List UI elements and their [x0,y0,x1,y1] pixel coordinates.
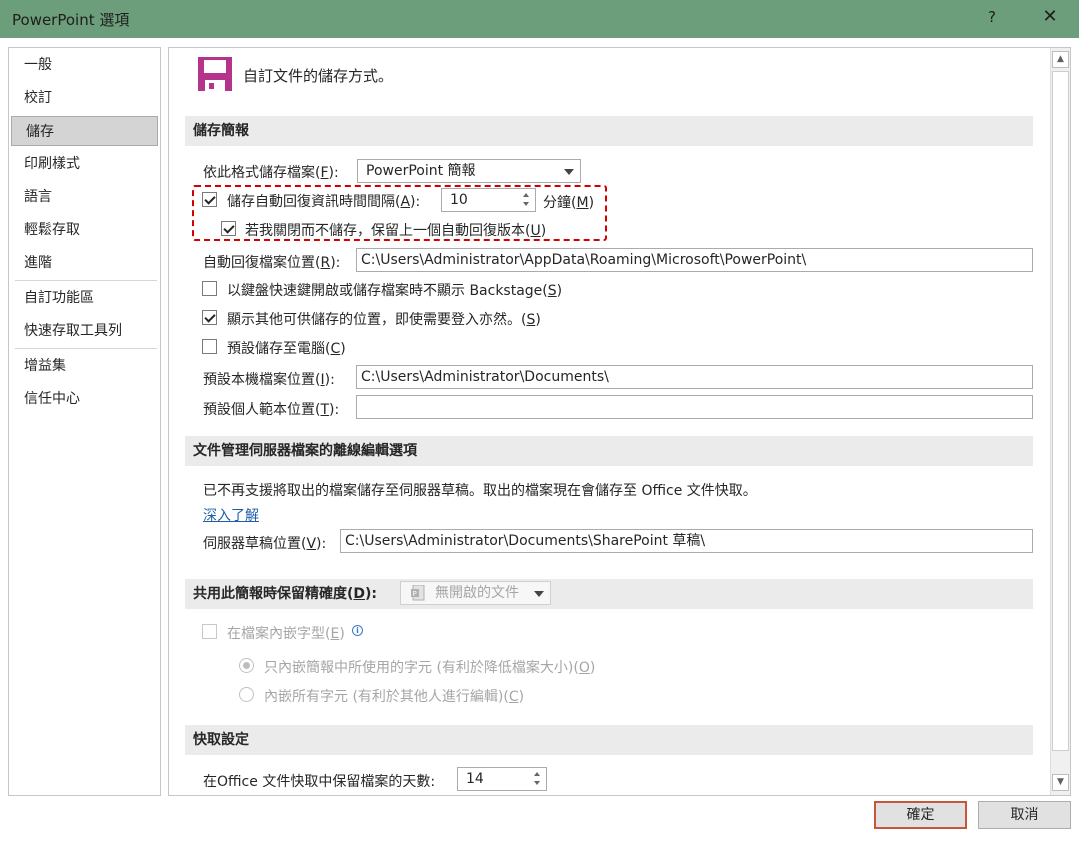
autorecover-label: 儲存自動回復資訊時間間隔(A): [227,194,421,210]
save-format-label: 依此格式儲存檔案(F): [203,165,339,181]
ok-button[interactable]: 確定 [874,801,967,829]
autorecover-minutes-value: 10 [450,192,468,208]
presentation-dropdown[interactable]: P 無開啟的文件 [400,581,551,605]
sidebar: 一般 校訂 儲存 印刷樣式 語言 輕鬆存取 進階 自訂功能區 快速存取工具列 增… [8,47,161,796]
section-heading-cache: 快取設定 [185,725,1033,755]
save-to-computer-label: 預設儲存至電腦(C) [227,341,346,357]
page-title: 自訂文件的儲存方式。 [243,67,394,85]
cache-days-value: 14 [466,771,484,787]
chevron-down-icon [534,591,544,597]
embed-fonts-checkbox[interactable] [202,624,217,639]
default-local-location-field[interactable]: C:\Users\Administrator\Documents\ [356,365,1033,389]
spin-down-icon[interactable] [534,781,540,785]
sidebar-item-proofing[interactable]: 校訂 [10,83,159,113]
sidebar-item-save[interactable]: 儲存 [11,116,158,146]
keep-last-version-checkbox[interactable] [221,221,236,236]
autorecover-minutes-spinner[interactable]: 10 [441,188,536,212]
keep-last-version-label: 若我關閉而不儲存，保留上一個自動回復版本(U) [245,223,547,239]
scrollbar-thumb[interactable] [1052,71,1069,751]
scroll-up-icon[interactable]: ▲ [1052,51,1069,68]
title-bar: PowerPoint 選項 ? ✕ [0,0,1079,38]
autorecover-checkbox[interactable] [202,192,217,207]
embed-all-chars-radio[interactable] [239,687,254,702]
sidebar-divider [15,280,157,281]
save-format-dropdown[interactable]: PowerPoint 簡報 [357,159,581,183]
spinner-arrows [521,189,533,211]
scroll-down-icon[interactable]: ▼ [1052,774,1069,791]
embed-fonts-label: 在檔案內嵌字型(E) [227,626,345,642]
content-panel [168,47,1071,796]
cancel-button[interactable]: 取消 [978,801,1071,829]
embed-used-chars-radio[interactable] [239,658,254,673]
info-icon[interactable]: i [352,625,363,636]
sidebar-item-accessibility[interactable]: 輕鬆存取 [10,215,159,245]
personal-templates-label: 預設個人範本位置(T): [203,402,340,418]
save-floppy-icon [198,57,232,91]
embed-used-chars-label: 只內嵌簡報中所使用的字元 (有利於降低檔案大小)(O) [264,660,596,676]
sidebar-item-customize-ribbon[interactable]: 自訂功能區 [10,283,159,313]
embed-all-chars-label: 內嵌所有字元 (有利於其他人進行編輯)(C) [264,689,525,705]
sidebar-item-typography[interactable]: 印刷樣式 [10,149,159,179]
sidebar-item-general[interactable]: 一般 [10,50,159,80]
spin-up-icon[interactable] [523,193,529,197]
spin-up-icon[interactable] [534,772,540,776]
section-heading-fidelity: 共用此簡報時保留精確度(D): [185,579,1033,609]
server-drafts-field[interactable]: C:\Users\Administrator\Documents\SharePo… [340,529,1033,553]
no-backstage-checkbox[interactable] [202,281,217,296]
sidebar-divider [15,348,157,349]
personal-templates-field[interactable] [356,395,1033,419]
presentation-file-icon: P [411,585,425,601]
sidebar-item-advanced[interactable]: 進階 [10,248,159,278]
sidebar-item-trust-center[interactable]: 信任中心 [10,384,159,414]
cache-days-spinner[interactable]: 14 [457,767,547,791]
server-drafts-label: 伺服器草稿位置(V): [203,536,327,552]
sidebar-item-add-ins[interactable]: 增益集 [10,351,159,381]
svg-text:P: P [413,590,417,598]
show-locations-checkbox[interactable] [202,310,217,325]
chevron-down-icon [564,169,574,175]
autorecover-location-field[interactable]: C:\Users\Administrator\AppData\Roaming\M… [356,248,1033,272]
autorecover-location-label: 自動回復檔案位置(R): [203,255,341,271]
close-button[interactable]: ✕ [1040,6,1060,27]
cache-days-label: 在Office 文件快取中保留檔案的天數: [203,774,436,790]
offline-notice: 已不再支援將取出的檔案儲存至伺服器草稿。取出的檔案現在會儲存至 Office 文… [203,483,757,499]
default-local-location-label: 預設本機檔案位置(I): [203,372,335,388]
sidebar-item-language[interactable]: 語言 [10,182,159,212]
window-title: PowerPoint 選項 [12,11,130,29]
no-backstage-label: 以鍵盤快速鍵開啟或儲存檔案時不顯示 Backstage(S) [227,283,563,299]
save-format-value: PowerPoint 簡報 [366,163,476,179]
minutes-label: 分鐘(M) [543,195,595,211]
section-heading-save: 儲存簡報 [185,116,1033,146]
vertical-scrollbar[interactable]: ▲ ▼ [1050,48,1070,795]
section-heading-offline: 文件管理伺服器檔案的離線編輯選項 [185,436,1033,466]
presentation-value: 無開啟的文件 [435,585,519,601]
spin-down-icon[interactable] [523,202,529,206]
save-to-computer-checkbox[interactable] [202,339,217,354]
sidebar-item-quick-access-toolbar[interactable]: 快速存取工具列 [10,316,159,346]
learn-more-link[interactable]: 深入了解 [203,505,259,525]
help-button[interactable]: ? [985,8,999,26]
spinner-arrows [532,768,544,790]
show-locations-label: 顯示其他可供儲存的位置，即使需要登入亦然。(S) [227,312,541,328]
